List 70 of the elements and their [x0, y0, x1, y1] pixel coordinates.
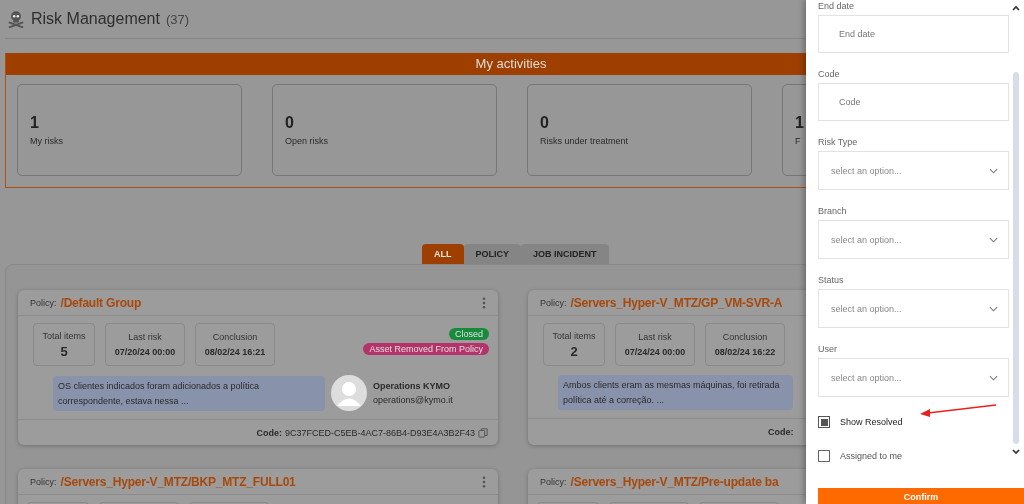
chevron-down-icon	[989, 167, 998, 174]
status-badge: Asset Removed From Policy	[363, 343, 489, 355]
metric-label: Conclusion	[722, 332, 768, 342]
policy-name[interactable]: /Servers_Hyper-V_MTZ/Pre-update ba	[570, 474, 779, 489]
avatar-icon	[331, 375, 367, 411]
select-field[interactable]: select an option...	[818, 151, 1009, 190]
stat-value: 0	[285, 114, 294, 132]
field-label: Status	[818, 274, 845, 287]
confirm-button[interactable]: Confirm	[818, 488, 1024, 504]
more-options-icon[interactable]	[482, 475, 486, 488]
policy-name[interactable]: /Servers_Hyper-V_MTZ/BKP_MTZ_FULL01	[60, 474, 296, 489]
scroll-down-icon[interactable]	[1012, 449, 1020, 455]
stat-label: F	[795, 136, 801, 146]
metric-label: Last risk	[638, 332, 672, 342]
chevron-down-icon	[989, 374, 998, 381]
filter-tab[interactable]: ALL	[422, 244, 464, 264]
code-value: 9C37FCED-C5EB-4AC7-86B4-D93E4A3B2F43	[284, 427, 475, 438]
status-badge: Closed	[449, 328, 489, 340]
page-title: Risk Management	[31, 10, 160, 28]
stat-value: 0	[540, 114, 549, 132]
field-label: Risk Type	[818, 136, 859, 149]
policy-label: Policy:	[30, 476, 57, 487]
scrollbar[interactable]	[1013, 72, 1019, 444]
comment-bubble: OS clientes indicados foram adicionados a política correspondente, estava nessa ...	[53, 375, 325, 411]
policy-name[interactable]: /Servers_Hyper-V_MTZ/GP_VM-SVR-A	[570, 295, 783, 310]
stat-value: 1	[30, 114, 39, 132]
policy-name[interactable]: /Default Group	[60, 295, 142, 310]
metric-value: 2	[570, 343, 578, 359]
metric-label: Conclusion	[212, 332, 258, 342]
policy-label: Policy:	[30, 297, 57, 308]
metric-value: 07/20/24 00:00	[114, 347, 176, 357]
metric-label: Total items	[552, 330, 596, 341]
comment-bubble: Ambos clients eram as mesmas máquinas, foi retirada política até a correção. ...	[558, 375, 793, 410]
input-field[interactable]: End date	[818, 15, 1009, 53]
metric-label: Total items	[42, 330, 86, 341]
scroll-up-icon[interactable]	[1012, 5, 1020, 11]
metric-value: 07/24/24 00:00	[624, 347, 686, 357]
select-field[interactable]: select an option...	[818, 220, 1009, 259]
filter-tab[interactable]: POLICY	[463, 244, 521, 264]
user-email: operations@kymo.it	[373, 395, 453, 405]
input-field[interactable]: Code	[818, 83, 1009, 121]
select-field[interactable]: select an option...	[818, 358, 1009, 397]
chevron-down-icon	[989, 236, 998, 243]
more-options-icon[interactable]	[482, 296, 486, 309]
chevron-down-icon	[989, 305, 998, 312]
field-label: User	[818, 343, 838, 356]
policy-label: Policy:	[540, 297, 567, 308]
code-label: Code:	[256, 427, 282, 438]
field-label: Branch	[818, 205, 848, 218]
metric-value: 5	[60, 343, 68, 359]
stat-label: Open risks	[285, 136, 328, 146]
checkbox[interactable]	[818, 416, 830, 428]
stat-label: My risks	[30, 136, 63, 146]
skull-crossbones-icon	[7, 10, 25, 28]
checkbox-label[interactable]: Show Resolved	[840, 417, 903, 427]
select-field[interactable]: select an option...	[818, 289, 1009, 328]
filter-tab[interactable]: JOB INCIDENT	[521, 244, 609, 264]
user-name: Operations KYMO	[373, 381, 451, 391]
checkbox-label[interactable]: Assigned to me	[840, 451, 903, 461]
metric-value: 08/02/24 16:21	[204, 347, 266, 357]
field-label: End date	[818, 0, 856, 13]
code-label: Code:	[768, 426, 794, 437]
risk-count: (37)	[165, 11, 190, 27]
metric-value: 08/02/24 16:22	[714, 347, 776, 357]
stat-value: 1	[795, 114, 804, 132]
copy-icon[interactable]	[478, 427, 488, 438]
metric-label: Last risk	[128, 332, 162, 342]
stat-label: Risks under treatment	[540, 136, 629, 146]
policy-label: Policy:	[540, 476, 567, 487]
checkbox[interactable]	[818, 450, 830, 462]
